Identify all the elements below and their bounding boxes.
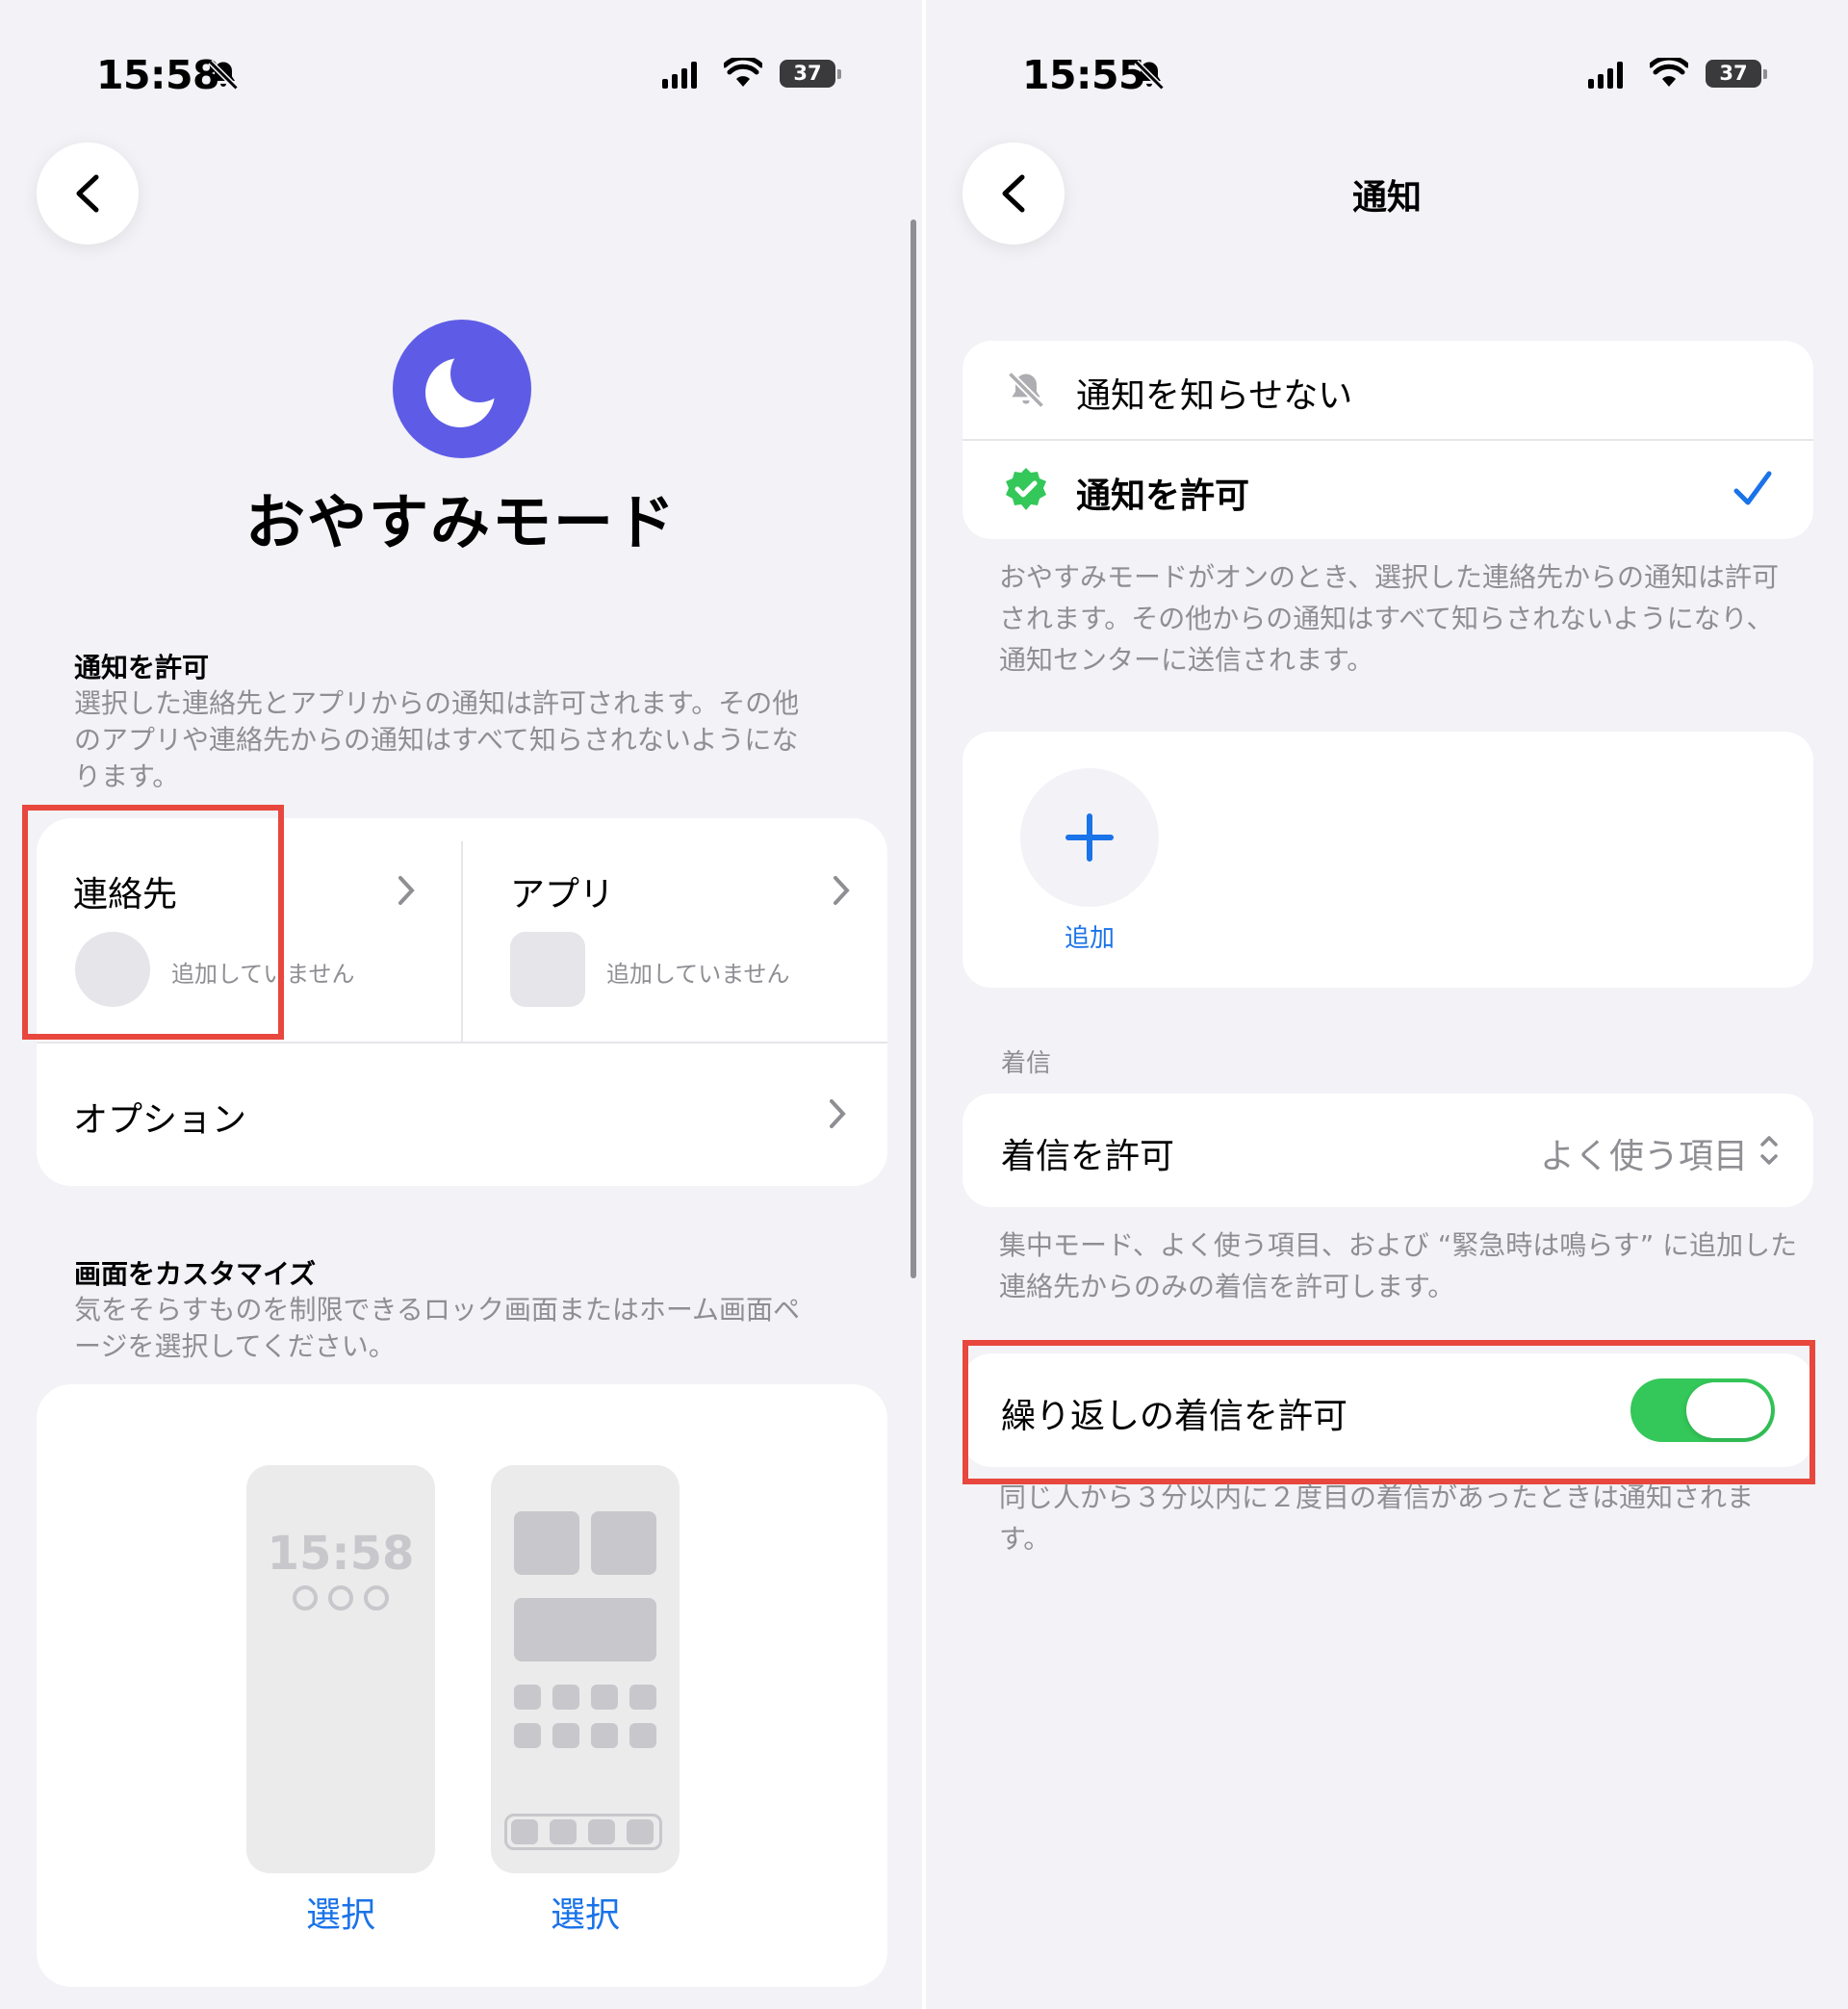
battery-icon: 37 [780, 60, 835, 88]
home-screen-select-button[interactable]: 選択 [491, 1887, 680, 1937]
options-row[interactable]: オプション [37, 1043, 887, 1186]
customize-card: 15:58 選択 選択 [37, 1384, 887, 1987]
right-screen: 15:55 37 通知 通知を知らせない 通知を許可 おやすみモードがオンのとき… [926, 0, 1848, 2009]
notification-choice-card: 通知を知らせない 通知を許可 [962, 341, 1813, 539]
repeated-calls-description: 同じ人から３分以内に２度目の着信があったときは通知されます。 [999, 1481, 1755, 1555]
app-tile [629, 1723, 656, 1748]
plus-icon [1065, 813, 1114, 862]
customize-section-description: 気をそらすものを制限できるロック画面またはホーム画面ページを選択してください。 [74, 1294, 801, 1362]
dock-tile [550, 1819, 577, 1844]
lock-screen-preview[interactable]: 15:58 [246, 1465, 435, 1873]
dock-preview [504, 1814, 662, 1850]
repeated-calls-highlight-box [962, 1340, 1815, 1484]
app-tile [591, 1723, 618, 1748]
back-button[interactable] [37, 142, 139, 245]
signal-icon [1588, 62, 1623, 89]
option-label: 通知を知らせない [1076, 376, 1353, 416]
dock-tile [511, 1819, 538, 1844]
chevron-left-icon [76, 174, 99, 213]
allow-calls-description: 集中モード、よく使う項目、および “緊急時は鳴らす” に追加した連絡先からのみの… [999, 1229, 1798, 1302]
allow-calls-row[interactable]: 着信を許可 よく使う項目 [962, 1094, 1813, 1207]
widget-tile [514, 1511, 579, 1575]
allow-section-description: 選択した連絡先とアプリからの通知は許可されます。その他のアプリや連絡先からの通知… [74, 687, 800, 792]
apps-label: アプリ [510, 875, 615, 914]
apps-status: 追加していません [606, 961, 790, 988]
contacts-highlight-box [22, 805, 284, 1040]
wifi-icon [1648, 55, 1690, 92]
status-bar: 15:58 37 [0, 0, 922, 154]
dock-tile [627, 1819, 654, 1844]
chevron-right-icon [397, 874, 416, 911]
bell-slash-icon [1005, 368, 1047, 416]
app-tile [514, 1685, 541, 1710]
option-silence-notifications[interactable]: 通知を知らせない [962, 341, 1813, 439]
battery-icon: 37 [1706, 60, 1761, 88]
dock-tile [588, 1819, 615, 1844]
add-button[interactable] [1020, 768, 1159, 907]
wifi-icon [722, 55, 764, 92]
allow-calls-value: よく使う項目 [1539, 1137, 1748, 1176]
left-screen: 15:58 37 おやすみモード 通知を許可 選択した連絡先とアプリからの通知は… [0, 0, 922, 2009]
calls-section-header: 着信 [1001, 1049, 1052, 1078]
lock-preview-time: 15:58 [267, 1527, 415, 1581]
lock-preview-widgets [292, 1584, 390, 1611]
bell-slash-icon [1132, 58, 1167, 96]
customize-section-header: 画面をカスタマイズ [74, 1258, 317, 1290]
mode-title: おやすみモード [244, 487, 677, 557]
signal-icon [662, 62, 697, 89]
lock-screen-select-button[interactable]: 選択 [246, 1887, 435, 1937]
chevron-up-down-icon [1758, 1132, 1781, 1172]
add-contacts-card: 追加 [962, 732, 1813, 988]
checkmark-icon [1732, 470, 1773, 512]
widget-tile [514, 1598, 656, 1661]
battery-cap [1763, 69, 1767, 79]
app-tile [591, 1685, 618, 1710]
add-label: 追加 [1064, 924, 1115, 953]
status-bar: 15:55 37 [926, 0, 1848, 154]
chevron-right-icon [828, 1097, 847, 1134]
option-allow-notifications[interactable]: 通知を許可 [962, 441, 1813, 539]
app-tile [552, 1723, 579, 1748]
chevron-right-icon [832, 874, 851, 911]
home-screen-preview[interactable] [491, 1465, 680, 1873]
battery-cap [837, 69, 841, 79]
scrollbar[interactable] [911, 219, 916, 1278]
app-tile [514, 1723, 541, 1748]
option-label: 通知を許可 [1076, 476, 1250, 516]
status-time: 15:58 [96, 52, 220, 98]
app-icon-placeholder [510, 932, 585, 1007]
options-label: オプション [73, 1100, 247, 1140]
nav-title: 通知 [1351, 178, 1422, 218]
widget-tile [591, 1511, 656, 1575]
verified-badge-icon [1003, 466, 1049, 516]
bell-slash-icon [206, 58, 241, 96]
moon-icon [393, 320, 531, 458]
app-tile [629, 1685, 656, 1710]
app-tile [552, 1685, 579, 1710]
status-time: 15:55 [1022, 52, 1146, 98]
apps-cell[interactable]: アプリ 追加していません [462, 818, 887, 1042]
allow-description: おやすみモードがオンのとき、選択した連絡先からの通知は許可されます。その他からの… [999, 561, 1780, 676]
allow-calls-label: 着信を許可 [1001, 1137, 1175, 1176]
allow-section-header: 通知を許可 [74, 652, 210, 683]
